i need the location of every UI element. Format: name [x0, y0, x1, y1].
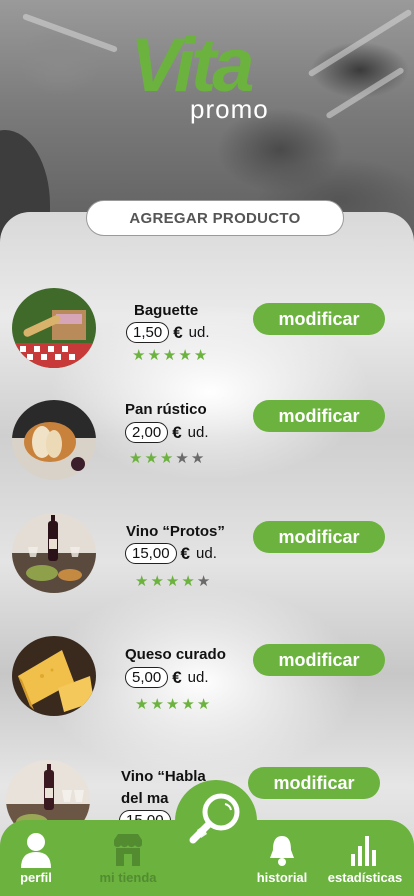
star-icon: ★ [147, 347, 161, 364]
rating-stars: ★ ★ ★ ★ ★ [132, 348, 207, 363]
star-icon: ★ [129, 450, 143, 467]
nav-search-button[interactable] [175, 780, 257, 862]
store-icon [114, 834, 142, 866]
product-image [12, 400, 96, 480]
nav-label: mi tienda [99, 870, 157, 885]
product-row: Pan rústico 2,00 € ud. ★ ★ ★ ★ ★ modific… [0, 400, 414, 490]
brand-logo: Vita promo [130, 28, 270, 128]
product-row: Baguette 1,50 € ud. ★ ★ ★ ★ ★ modificar [0, 288, 414, 378]
price-input[interactable]: 15,00 [125, 543, 177, 564]
price-row: 5,00 € ud. [125, 667, 209, 688]
star-icon: ★ [144, 450, 158, 467]
star-icon: ★ [135, 696, 149, 713]
price-input[interactable]: 2,00 [125, 422, 169, 443]
modify-button[interactable]: modificar [253, 400, 385, 432]
price-row: 2,00 € ud. [125, 422, 209, 443]
price-row: 15,00 € ud. [125, 543, 217, 564]
logo-main: Vita [130, 23, 255, 108]
nav-item-mi-tienda[interactable]: mi tienda [92, 832, 164, 885]
product-name: Vino “Protos” [126, 523, 225, 540]
product-image [12, 636, 96, 716]
star-icon: ★ [132, 347, 146, 364]
star-icon: ★ [150, 573, 164, 590]
star-icon: ★ [162, 347, 177, 364]
star-icon: ★ [178, 347, 192, 364]
user-icon [21, 833, 51, 868]
star-icon: ★ [135, 573, 149, 590]
star-icon: ★ [165, 696, 180, 713]
currency-symbol: € [172, 667, 182, 687]
nav-item-estadisticas[interactable]: estadísticas [320, 832, 410, 885]
search-icon [189, 793, 240, 844]
product-name: Pan rústico [125, 401, 207, 418]
currency-symbol: € [180, 543, 191, 563]
modify-button[interactable]: modificar [248, 767, 380, 799]
product-row: Vino “Protos” 15,00 € ud. ★ ★ ★ ★ ★ modi… [0, 513, 414, 603]
star-icon: ★ [193, 347, 208, 364]
star-icon: ★ [196, 696, 211, 713]
logo-sub: promo [190, 94, 269, 124]
bar-chart-icon [351, 836, 376, 866]
star-icon: ★ [181, 696, 195, 713]
add-product-button[interactable]: AGREGAR PRODUCTO [86, 200, 344, 236]
star-icon: ★ [181, 573, 195, 590]
price-input[interactable]: 5,00 [125, 667, 169, 688]
modify-button[interactable]: modificar [253, 303, 385, 335]
unit-label: ud. [187, 669, 209, 686]
unit-label: ud. [196, 545, 217, 562]
star-icon: ★ [165, 573, 180, 590]
nav-item-historial[interactable]: historial [250, 832, 314, 885]
bell-icon [270, 836, 294, 866]
star-icon: ★ [150, 696, 164, 713]
star-icon: ★ [175, 450, 189, 467]
price-row: 1,50 € ud. [126, 322, 210, 343]
unit-label: ud. [188, 324, 210, 341]
product-name: Baguette [134, 302, 199, 319]
star-icon: ★ [159, 450, 174, 467]
product-row: Queso curado 5,00 € ud. ★ ★ ★ ★ ★ modifi… [0, 636, 414, 726]
rating-stars: ★ ★ ★ ★ ★ [135, 697, 210, 712]
currency-symbol: € [172, 422, 182, 442]
rating-stars: ★ ★ ★ ★ ★ [129, 451, 204, 466]
product-name-line2: del ma [121, 790, 169, 807]
currency-symbol: € [173, 322, 183, 342]
product-name: Queso curado [125, 646, 226, 663]
nav-item-perfil[interactable]: perfil [14, 832, 58, 885]
product-image [12, 513, 96, 593]
unit-label: ud. [187, 424, 209, 441]
nav-label: perfil [20, 870, 52, 885]
modify-button[interactable]: modificar [253, 644, 385, 676]
rating-stars: ★ ★ ★ ★ ★ [135, 574, 210, 589]
nav-label: historial [256, 870, 308, 885]
modify-button[interactable]: modificar [253, 521, 385, 553]
star-icon: ★ [196, 573, 211, 590]
star-icon: ★ [190, 450, 205, 467]
price-input[interactable]: 1,50 [126, 322, 170, 343]
product-image [12, 288, 96, 368]
nav-label: estadísticas [327, 870, 403, 885]
